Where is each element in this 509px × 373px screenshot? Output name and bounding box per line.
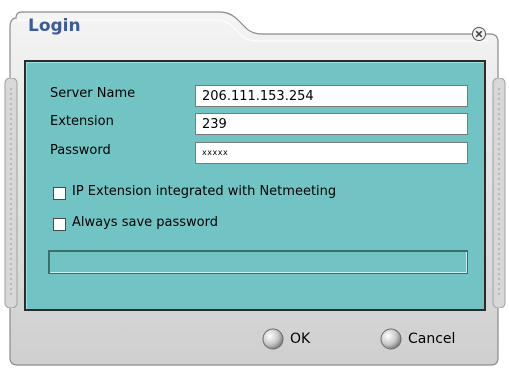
extension-field[interactable]: 239	[195, 113, 468, 135]
window-title: Login	[28, 16, 81, 36]
save-password-checkbox[interactable]	[53, 218, 66, 231]
netmeeting-checkbox[interactable]	[53, 187, 66, 200]
password-field[interactable]: xxxxx	[195, 142, 468, 164]
save-password-checkbox-label[interactable]: Always save password	[72, 215, 218, 230]
cancel-button-knob-icon	[380, 328, 402, 350]
ok-button[interactable]: OK	[262, 326, 310, 352]
close-icon[interactable]	[471, 26, 487, 42]
right-rail	[492, 77, 506, 309]
server-name-label: Server Name	[50, 86, 136, 101]
cancel-button-label: Cancel	[408, 331, 456, 347]
ok-button-knob-icon	[262, 328, 284, 350]
left-rail	[4, 77, 18, 309]
password-label: Password	[50, 143, 111, 158]
progress-bar	[48, 250, 468, 274]
cancel-button[interactable]: Cancel	[380, 326, 455, 352]
server-name-field[interactable]: 206.111.153.254	[195, 85, 468, 107]
ok-button-label: OK	[290, 331, 311, 347]
extension-label: Extension	[50, 114, 114, 129]
netmeeting-checkbox-label[interactable]: IP Extension integrated with Netmeeting	[72, 184, 336, 199]
